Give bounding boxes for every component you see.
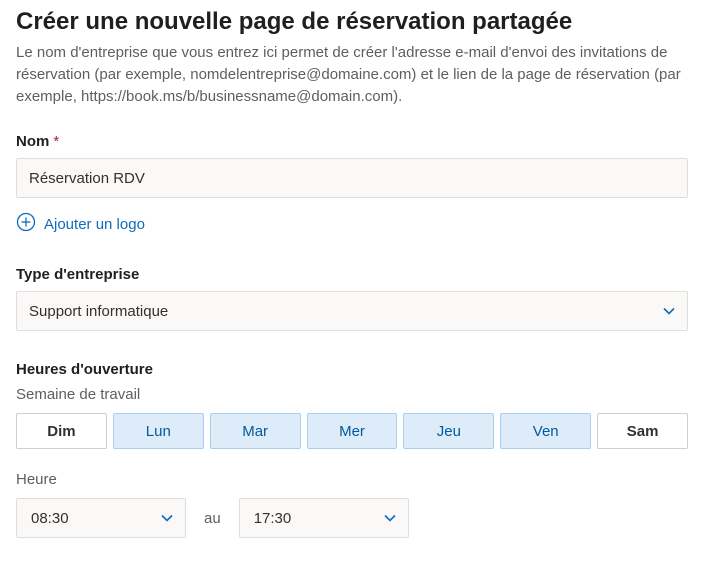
name-label-text: Nom — [16, 133, 49, 150]
time-separator: au — [204, 510, 221, 527]
day-mer[interactable]: Mer — [307, 413, 398, 449]
day-jeu[interactable]: Jeu — [403, 413, 494, 449]
name-input[interactable] — [16, 158, 688, 198]
required-mark: * — [53, 133, 59, 150]
business-type-value: Support informatique — [29, 303, 168, 320]
hours-label: Heures d'ouverture — [16, 361, 688, 378]
end-time-select[interactable]: 17:30 — [239, 498, 409, 538]
day-ven[interactable]: Ven — [500, 413, 591, 449]
page-description: Le nom d'entreprise que vous entrez ici … — [16, 42, 688, 107]
end-time-value: 17:30 — [254, 510, 292, 527]
name-label: Nom* — [16, 133, 688, 150]
time-row: 08:30 au 17:30 — [16, 498, 688, 538]
add-logo-button[interactable]: Ajouter un logo — [16, 212, 145, 236]
week-label: Semaine de travail — [16, 386, 688, 403]
start-time-value: 08:30 — [31, 510, 69, 527]
add-logo-label: Ajouter un logo — [44, 216, 145, 233]
business-type-select[interactable]: Support informatique — [16, 291, 688, 331]
day-lun[interactable]: Lun — [113, 413, 204, 449]
day-sam[interactable]: Sam — [597, 413, 688, 449]
plus-circle-icon — [16, 212, 36, 236]
start-time-select[interactable]: 08:30 — [16, 498, 186, 538]
days-row: Dim Lun Mar Mer Jeu Ven Sam — [16, 413, 688, 449]
time-label: Heure — [16, 471, 688, 488]
day-mar[interactable]: Mar — [210, 413, 301, 449]
business-type-label: Type d'entreprise — [16, 266, 688, 283]
page-title: Créer une nouvelle page de réservation p… — [16, 8, 688, 36]
day-dim[interactable]: Dim — [16, 413, 107, 449]
